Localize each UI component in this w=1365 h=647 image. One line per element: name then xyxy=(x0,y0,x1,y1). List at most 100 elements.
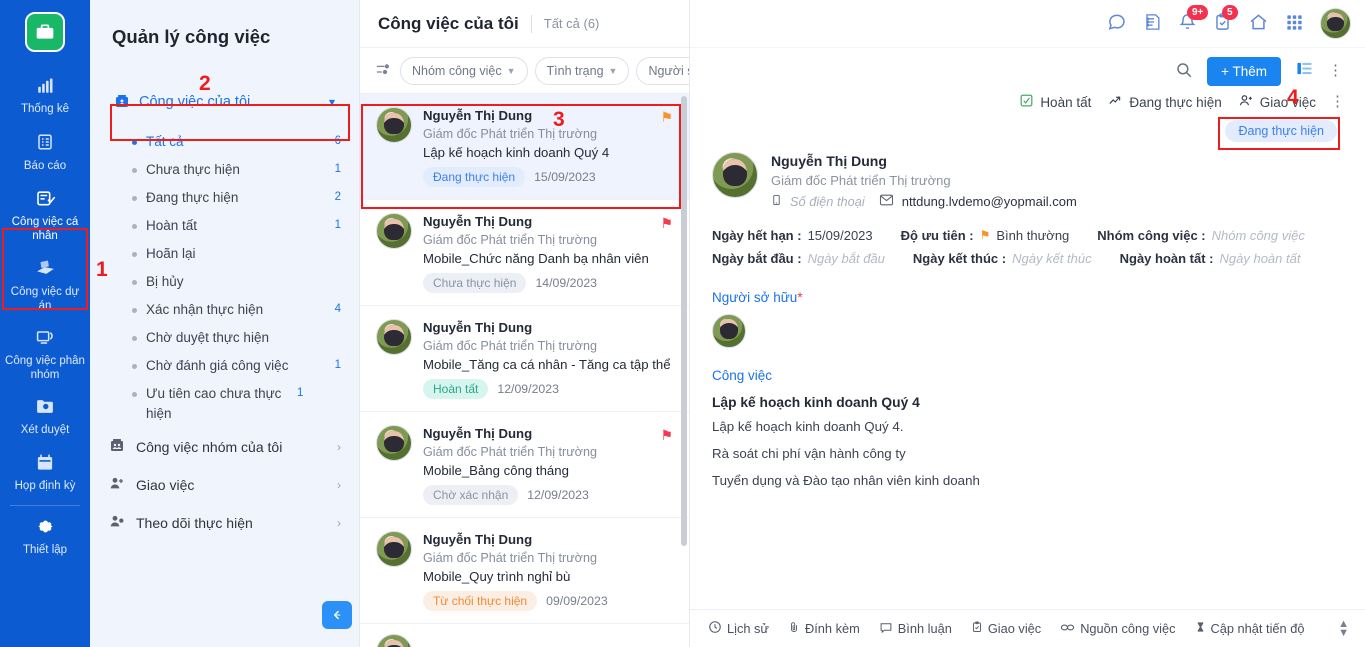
rail-item-hop-dinh-ky[interactable]: Họp định kỳ xyxy=(0,446,90,502)
sidebar-item-bi-huy[interactable]: Bị hủy xyxy=(90,268,359,296)
sidebar-item-cho-duyet-thuc-hien[interactable]: Chờ duyệt thực hiện xyxy=(90,324,359,352)
avatar xyxy=(376,531,412,567)
task-title: Mobile_Chức năng Danh bạ nhân viên xyxy=(423,251,649,266)
app-root: Thống kê Báo cáo Công việc cá nhân Công … xyxy=(0,0,1365,647)
sidebar-item-dang-thuc-hien[interactable]: Đang thực hiện 2 xyxy=(90,184,359,212)
sidebar-group-label: Giao việc xyxy=(136,477,195,493)
sidebar-item-xac-nhan-thuc-hien[interactable]: Xác nhận thực hiện 4 xyxy=(90,296,359,324)
task-cards: Nguyễn Thị Dung Giám đốc Phát triển Thị … xyxy=(360,94,689,647)
task-card[interactable]: Nguyễn Thị Dung Giám đốc Phát triển Thị … xyxy=(360,200,689,306)
sidebar-item-hoan-tat[interactable]: Hoàn tất 1 xyxy=(90,212,359,240)
kebab-menu-icon[interactable]: ⋮ xyxy=(1328,63,1343,78)
chevron-updown-icon[interactable]: ▲ ▼ xyxy=(1338,618,1349,638)
home-icon[interactable] xyxy=(1248,12,1269,35)
kebab-menu-icon[interactable]: ⋮ xyxy=(1330,94,1345,109)
filter-chip-nhom-cong-viec[interactable]: Nhóm công việc ▼ xyxy=(400,56,528,85)
chart-bar-icon xyxy=(35,77,55,100)
assign-footer-button[interactable]: Giao việc xyxy=(971,620,1041,637)
add-button[interactable]: + Thêm xyxy=(1207,56,1281,86)
folder-check-icon xyxy=(34,397,56,421)
task-detail-line: Lập kế hoạch kinh doanh Quý 4. xyxy=(712,419,904,434)
work-source-button[interactable]: Nguồn công việc xyxy=(1060,621,1176,636)
priority-flag-icon: ⚑ xyxy=(660,109,673,125)
apps-grid-icon[interactable] xyxy=(1285,13,1304,35)
field-value-due-date[interactable]: 15/09/2023 xyxy=(808,224,873,247)
field-value-end-date[interactable]: Ngày kết thúc xyxy=(1012,247,1092,270)
attachment-button[interactable]: Đính kèm xyxy=(788,620,860,637)
filter-sliders-icon[interactable] xyxy=(374,62,391,80)
sidebar-item-tat-ca[interactable]: Tất cả 6 xyxy=(90,128,359,156)
sidebar-item-uu-tien-cao-chua-thuc-hien[interactable]: Ưu tiên cao chưa thực hiện 1 xyxy=(90,380,359,428)
app-logo[interactable] xyxy=(25,12,65,52)
rail-item-cong-viec-ca-nhan[interactable]: Công việc cá nhân xyxy=(0,181,90,251)
task-card[interactable]: Nguyễn Thị Dung Giám đốc Phát triển Thị … xyxy=(360,306,689,412)
avatar xyxy=(376,425,412,461)
email-value[interactable]: nttdung.lvdemo@yopmail.com xyxy=(902,194,1077,209)
hourglass-icon xyxy=(1195,620,1206,637)
comment-button[interactable]: Bình luận xyxy=(879,621,952,637)
sidebar-item-label: Hoãn lại xyxy=(146,246,196,261)
sidebar-item-giao-viec[interactable]: Giao việc › xyxy=(90,466,359,504)
field-value-priority[interactable]: Bình thường xyxy=(996,224,1069,247)
required-marker: * xyxy=(797,290,803,305)
item-count: 6 xyxy=(334,135,341,147)
task-clipboard-icon[interactable]: 5 xyxy=(1213,5,1238,35)
assign-button[interactable]: Giao việc xyxy=(1238,93,1316,111)
task-meta: Hoàn tất 12/09/2023 xyxy=(423,379,675,399)
rail-item-xet-duyet[interactable]: Xét duyệt xyxy=(0,390,90,446)
person-role: Giám đốc Phát triển Thị trường xyxy=(771,173,951,188)
detail-footer: Lịch sử Đính kèm Bình luận Giao việc Ngu… xyxy=(690,609,1365,647)
bell-icon[interactable]: 9+ xyxy=(1178,5,1209,35)
task-owner-name: Nguyễn Thị Dung xyxy=(423,426,533,441)
nav-panel: Quản lý công việc Công việc của tôi ▾ Tấ… xyxy=(90,0,360,647)
collapse-sidebar-button[interactable] xyxy=(322,601,352,629)
item-count: 2 xyxy=(334,191,341,203)
filter-chip-tinh-trang[interactable]: Tình trạng ▼ xyxy=(534,56,630,85)
sidebar-item-theo-doi-thuc-hien[interactable]: Theo dõi thực hiện › xyxy=(90,504,359,542)
rail-item-bao-cao[interactable]: Báo cáo xyxy=(0,125,90,182)
news-feed-icon[interactable] xyxy=(1143,12,1162,35)
field-value-start-date[interactable]: Ngày bắt đầu xyxy=(808,247,885,270)
trend-up-icon xyxy=(1107,94,1123,110)
task-meta: Chờ xác nhận 12/09/2023 xyxy=(423,485,675,505)
task-card-body: Nguyễn Thị Dung Giám đốc Phát triển Thị … xyxy=(423,107,675,187)
detail-body: Nguyễn Thị Dung Giám đốc Phát triển Thị … xyxy=(690,142,1365,609)
task-card[interactable]: Nguyễn Thị Dung Giám đốc Phát triển Thị … xyxy=(360,412,689,518)
footer-label: Cập nhật tiến độ xyxy=(1210,621,1305,636)
sidebar-item-cong-viec-nhom-cua-toi[interactable]: Công việc nhóm của tôi › xyxy=(90,428,359,466)
search-icon[interactable] xyxy=(1175,61,1193,82)
field-value-work-group[interactable]: Nhóm công việc xyxy=(1212,224,1305,247)
sidebar-item-hoan-lai[interactable]: Hoãn lại xyxy=(90,240,359,268)
bullet-icon xyxy=(132,336,137,341)
rail-item-cong-viec-du-an[interactable]: Công việc dự án xyxy=(0,251,90,321)
fields-row-2: Ngày bắt đầu : Ngày bắt đầu Ngày kết thú… xyxy=(712,247,1343,270)
phone-value[interactable]: Số điện thoại xyxy=(790,194,865,209)
rail-label: Báo cáo xyxy=(23,159,67,172)
task-card[interactable]: Nguyễn Thị Dung Giám đốc Phát triển Thị … xyxy=(360,94,689,200)
complete-button[interactable]: Hoàn tất xyxy=(1019,93,1091,111)
sidebar-item-label: Chờ đánh giá công việc xyxy=(146,358,289,373)
chevron-down-icon: ▼ xyxy=(608,65,618,76)
chat-icon[interactable] xyxy=(1106,12,1127,35)
sidebar-group-label: Công việc nhóm của tôi xyxy=(136,439,283,455)
history-button[interactable]: Lịch sử xyxy=(708,620,769,637)
sidebar-item-chua-thuc-hien[interactable]: Chưa thực hiện 1 xyxy=(90,156,359,184)
rail-item-thong-ke[interactable]: Thống kê xyxy=(0,70,90,125)
task-card[interactable] xyxy=(360,624,689,647)
filter-chip-nguoi-so-huu[interactable]: Người sở hữu ▼ xyxy=(636,56,689,85)
progress-update-button[interactable]: Cập nhật tiến độ xyxy=(1195,620,1305,637)
list-view-icon[interactable] xyxy=(1295,60,1314,82)
field-value-complete-date[interactable]: Ngày hoàn tất xyxy=(1220,247,1301,270)
sidebar-item-label: Bị hủy xyxy=(146,274,184,289)
in-progress-button[interactable]: Đang thực hiện xyxy=(1107,94,1222,110)
chevron-down-icon[interactable]: ▾ xyxy=(329,95,335,109)
nav-root-cong-viec-cua-toi[interactable]: Công việc của tôi ▾ xyxy=(102,82,347,122)
rail-item-cong-viec-phan-nhom[interactable]: Công việc phân nhóm xyxy=(0,321,90,390)
avatar[interactable] xyxy=(1320,8,1351,39)
task-card[interactable]: Nguyễn Thị Dung Giám đốc Phát triển Thị … xyxy=(360,518,689,624)
rail-item-thiet-lap[interactable]: Thiết lập xyxy=(0,510,90,566)
list-scrollbar[interactable] xyxy=(681,96,687,546)
owner-label-text: Người sở hữu xyxy=(712,290,798,305)
owner-avatar[interactable] xyxy=(712,314,746,348)
sidebar-item-cho-danh-gia-cong-viec[interactable]: Chờ đánh giá công việc 1 xyxy=(90,352,359,380)
